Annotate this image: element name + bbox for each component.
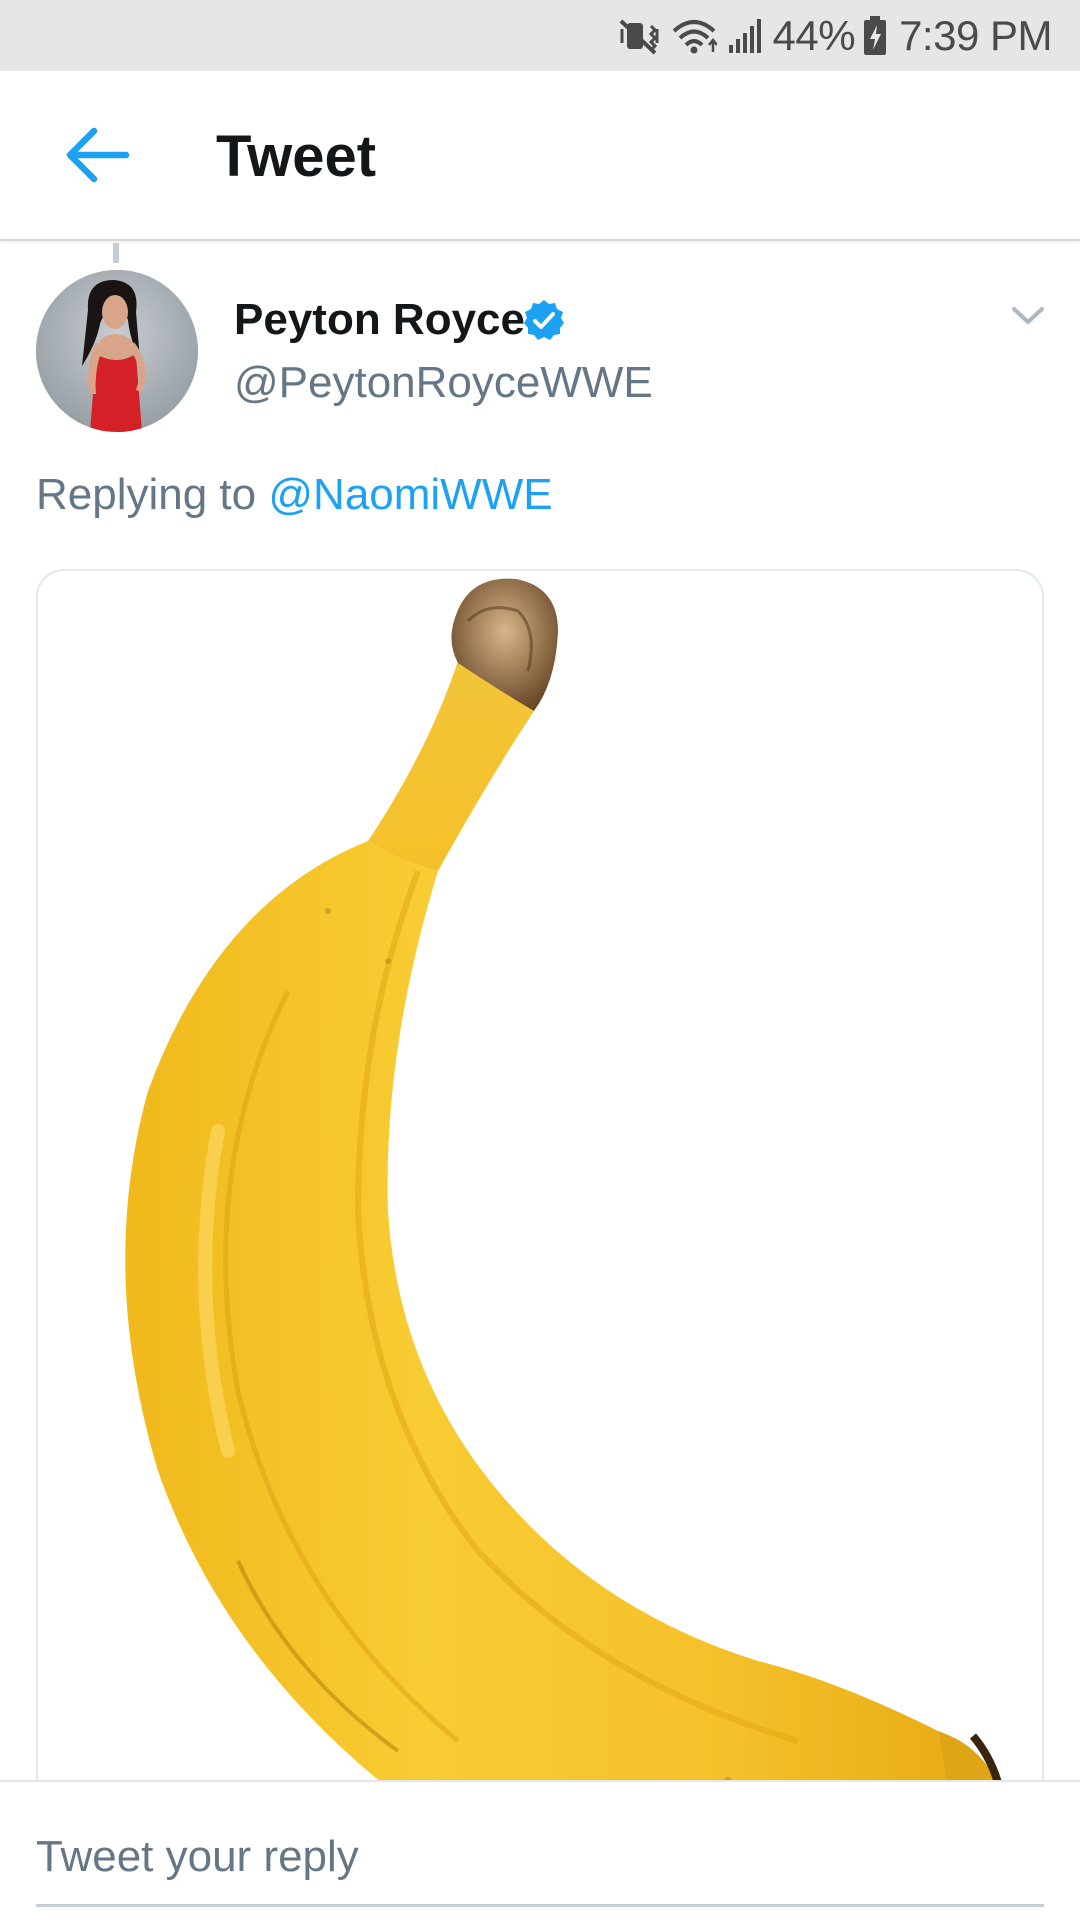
- app-header: Tweet: [0, 71, 1080, 241]
- status-bar: 44% 7:39 PM: [0, 0, 1080, 71]
- author-handle[interactable]: @PeytonRoyceWWE: [234, 358, 653, 408]
- battery-percent: 44%: [772, 11, 856, 59]
- avatar[interactable]: [36, 270, 198, 432]
- tweet-media[interactable]: [36, 569, 1044, 1920]
- arrow-left-icon: [66, 127, 130, 183]
- battery-charging-icon: [863, 15, 887, 56]
- avatar-photo: [36, 270, 198, 432]
- wifi-icon: [671, 17, 717, 55]
- author-name[interactable]: Peyton Royce: [234, 295, 525, 345]
- mute-vibrate-icon: [619, 17, 661, 55]
- reply-underline: [36, 1904, 1044, 1907]
- back-button[interactable]: [56, 119, 136, 191]
- tweet-options-button[interactable]: [1008, 296, 1048, 336]
- replying-to: Replying to @NaomiWWE: [36, 470, 553, 520]
- clock: 7:39 PM: [899, 11, 1052, 59]
- reply-composer: [0, 1780, 1080, 1920]
- signal-icon: [727, 17, 763, 55]
- tweet-detail-screen: 44% 7:39 PM Tweet Peyton Royce @PeytonRo…: [0, 0, 1080, 1920]
- chevron-down-icon: [1012, 307, 1044, 324]
- mention-link[interactable]: @NaomiWWE: [268, 470, 552, 519]
- thread-connector: [113, 243, 119, 263]
- reply-input[interactable]: [36, 1822, 1044, 1892]
- replying-prefix: Replying to: [36, 470, 257, 519]
- status-icons: [619, 17, 763, 55]
- banana-photo: [125, 578, 1010, 1920]
- page-title: Tweet: [216, 124, 377, 189]
- verified-badge-icon: [524, 300, 564, 340]
